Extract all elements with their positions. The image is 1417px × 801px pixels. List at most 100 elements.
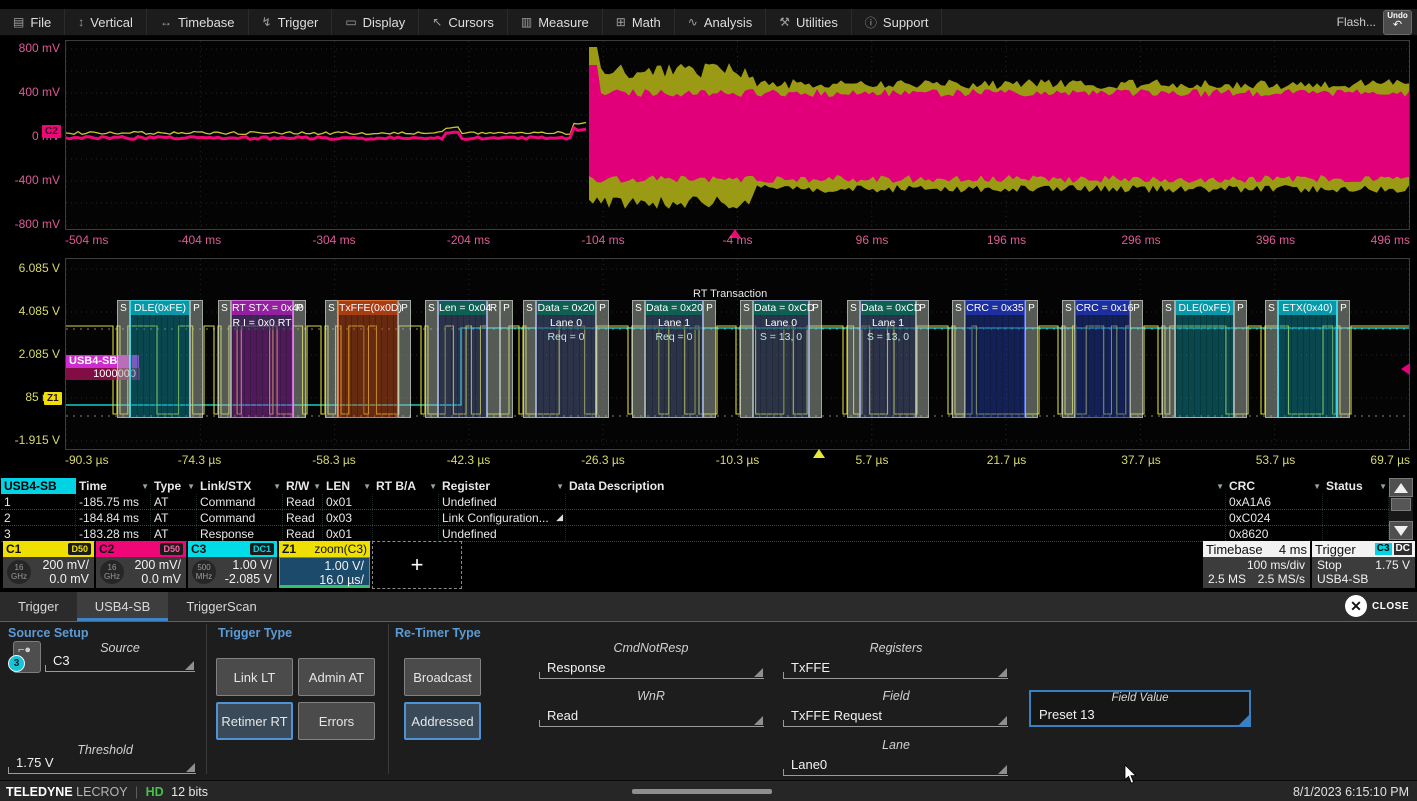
menu-math[interactable]: ⊞Math [603, 9, 675, 35]
c2-channel-badge[interactable]: C2 [42, 125, 61, 138]
table-cell [566, 510, 1226, 525]
undo-button[interactable]: Undo ↶ [1383, 10, 1412, 35]
menu-measure[interactable]: ▥Measure [508, 9, 603, 35]
x-tick-label: -104 ms [581, 233, 624, 247]
table-row[interactable]: 2-184.84 msATCommandRead0x03Link Configu… [1, 510, 1413, 526]
menu-utilities-label: Utilities [796, 15, 838, 30]
table-header-time[interactable]: Time▼ [76, 478, 151, 494]
menu-vertical[interactable]: ↕Vertical [65, 9, 147, 35]
dropdown-corner-icon [186, 763, 195, 772]
menu-cursors[interactable]: ↖Cursors [419, 9, 508, 35]
table-header-len[interactable]: LEN▼ [323, 478, 373, 494]
timebase-offset: 4 ms [1279, 542, 1307, 557]
table-header-register[interactable]: Register▼ [439, 478, 566, 494]
oscilloscope-app: ▤File↕Vertical↔Timebase↯Trigger▭Display↖… [0, 0, 1417, 801]
table-cell [373, 494, 439, 509]
descriptor-z1[interactable]: Z1zoom(C3)1.00 V/16.0 µs/ [279, 541, 370, 588]
link-lt-button[interactable]: Link LT [216, 658, 293, 696]
timebase-summary-box[interactable]: Timebase 4 ms 100 ms/div 2.5 MS 2.5 MS/s [1203, 541, 1310, 588]
dialog-drag-handle[interactable] [632, 789, 772, 794]
dropdown-corner-icon [998, 716, 1007, 725]
menu-display[interactable]: ▭Display [332, 9, 419, 35]
x-tick-label: 5.7 µs [856, 453, 889, 467]
menu-file[interactable]: ▤File [0, 9, 65, 35]
source-dropdown[interactable]: C3 [45, 650, 195, 672]
descriptor-c1[interactable]: C1D5016GHz200 mV/0.0 mV [3, 541, 94, 588]
utilities-icon: ⚒ [779, 15, 790, 29]
menu-trigger[interactable]: ↯Trigger [249, 9, 333, 35]
x-tick-label: -10.3 µs [716, 453, 760, 467]
table-cell: 1 [1, 494, 76, 509]
table-corner-header[interactable]: USB4-SB [1, 478, 76, 494]
menu-analysis[interactable]: ∿Analysis [675, 9, 766, 35]
analysis-icon: ∿ [688, 15, 698, 29]
cmdnotresp-dropdown[interactable]: Response [539, 657, 764, 679]
channel-id: C2 [99, 542, 114, 556]
add-trace-button[interactable]: + [372, 541, 462, 589]
table-header-data-description[interactable]: Data Description▼ [566, 478, 1226, 494]
table-header-link-stx[interactable]: Link/STX▼ [197, 478, 283, 494]
table-header-type[interactable]: Type▼ [151, 478, 197, 494]
channel-coupling-badge: D50 [68, 543, 91, 555]
trigger-setup-dialog: Trigger USB4-SB TriggerScan ✕ CLOSE Sour… [0, 592, 1417, 780]
tab-trigger[interactable]: Trigger [0, 592, 77, 621]
menu-support[interactable]: ⓘSupport [852, 9, 943, 35]
zoom-waveform-grid[interactable] [65, 258, 1410, 450]
threshold-field[interactable]: 1.75 V [8, 752, 196, 774]
table-header-r-w[interactable]: R/W▼ [283, 478, 323, 494]
table-cell: Undefined [439, 526, 566, 541]
registers-dropdown[interactable]: TxFFE [783, 657, 1008, 679]
menu-timebase[interactable]: ↔Timebase [147, 9, 249, 35]
table-header-crc[interactable]: CRC▼ [1226, 478, 1323, 494]
table-scroll-thumb[interactable] [1391, 498, 1411, 511]
channel-id: C3 [191, 542, 206, 556]
table-row[interactable]: 3-183.28 msATResponseRead0x01Undefined0x… [1, 526, 1413, 542]
cmdnotresp-label: CmdNotResp [613, 641, 688, 655]
menu-bar: ▤File↕Vertical↔Timebase↯Trigger▭Display↖… [0, 9, 1417, 36]
menu-trigger-label: Trigger [278, 15, 319, 30]
y-tick-label: -800 mV [15, 217, 60, 231]
column-sort-icon: ▼ [1379, 482, 1387, 491]
dialog-close-button[interactable]: ✕ CLOSE [1345, 595, 1409, 617]
table-scroll-up-button[interactable] [1389, 478, 1413, 497]
menu-cursors-label: Cursors [448, 15, 494, 30]
table-scroll-down-button[interactable] [1389, 521, 1413, 540]
admin-at-button[interactable]: Admin AT [298, 658, 375, 696]
x-tick-label: 37.7 µs [1121, 453, 1161, 467]
field-value-input[interactable]: Field Value Preset 13 [1029, 690, 1251, 727]
table-row[interactable]: 1-185.75 msATCommandRead0x01Undefined0xA… [1, 494, 1413, 510]
errors-button[interactable]: Errors [298, 702, 375, 740]
wnr-dropdown[interactable]: Read [539, 705, 764, 727]
lane-dropdown[interactable]: Lane0 [783, 754, 1008, 776]
menu-utilities[interactable]: ⚒ Utilities [766, 9, 852, 35]
table-cell [1323, 510, 1389, 525]
descriptor-c2[interactable]: C2D5016GHz200 mV/0.0 mV [96, 541, 186, 588]
y-tick-label: 2.085 V [19, 347, 60, 361]
broadcast-button[interactable]: Broadcast [404, 658, 481, 696]
zoom-x-axis: -90.3 µs-74.3 µs-58.3 µs-42.3 µs-26.3 µs… [65, 452, 1410, 468]
table-header-status[interactable]: Status▼ [1323, 478, 1389, 494]
retimer-rt-button[interactable]: Retimer RT [216, 702, 293, 740]
table-cell: Response [197, 526, 283, 541]
x-tick-label: -304 ms [312, 233, 355, 247]
field-label: Field [882, 689, 909, 703]
bandwidth-badge: 16GHz [7, 560, 31, 584]
datetime-label: 8/1/2023 6:15:10 PM [1293, 785, 1417, 799]
channel-id: Z1 [282, 542, 296, 556]
tab-triggerscan[interactable]: TriggerScan [168, 592, 274, 621]
main-waveform-grid[interactable] [65, 40, 1410, 230]
z1-zoom-badge[interactable]: Z1 [44, 392, 62, 405]
table-cell: 0x8620 [1226, 526, 1323, 541]
addressed-button[interactable]: Addressed [404, 702, 481, 740]
trigger-summary-box[interactable]: Trigger C3 DC Stop 1.75 V USB4-SB [1312, 541, 1415, 588]
zoom-source-label: zoom(C3) [314, 542, 367, 556]
table-cell: 0xA1A6 [1226, 494, 1323, 509]
dialog-tab-strip: Trigger USB4-SB TriggerScan [0, 592, 1417, 622]
field-dropdown[interactable]: TxFFE Request [783, 705, 1008, 727]
table-header-rt-b-a[interactable]: RT B/A▼ [373, 478, 439, 494]
x-tick-label: -26.3 µs [581, 453, 625, 467]
descriptor-c3[interactable]: C3DC1500MHz1.00 V/-2.085 V [188, 541, 277, 588]
tab-usb4-sb[interactable]: USB4-SB [77, 592, 169, 621]
trigger-level: 1.75 V [1375, 558, 1410, 572]
x-tick-label: -504 ms [65, 233, 108, 247]
